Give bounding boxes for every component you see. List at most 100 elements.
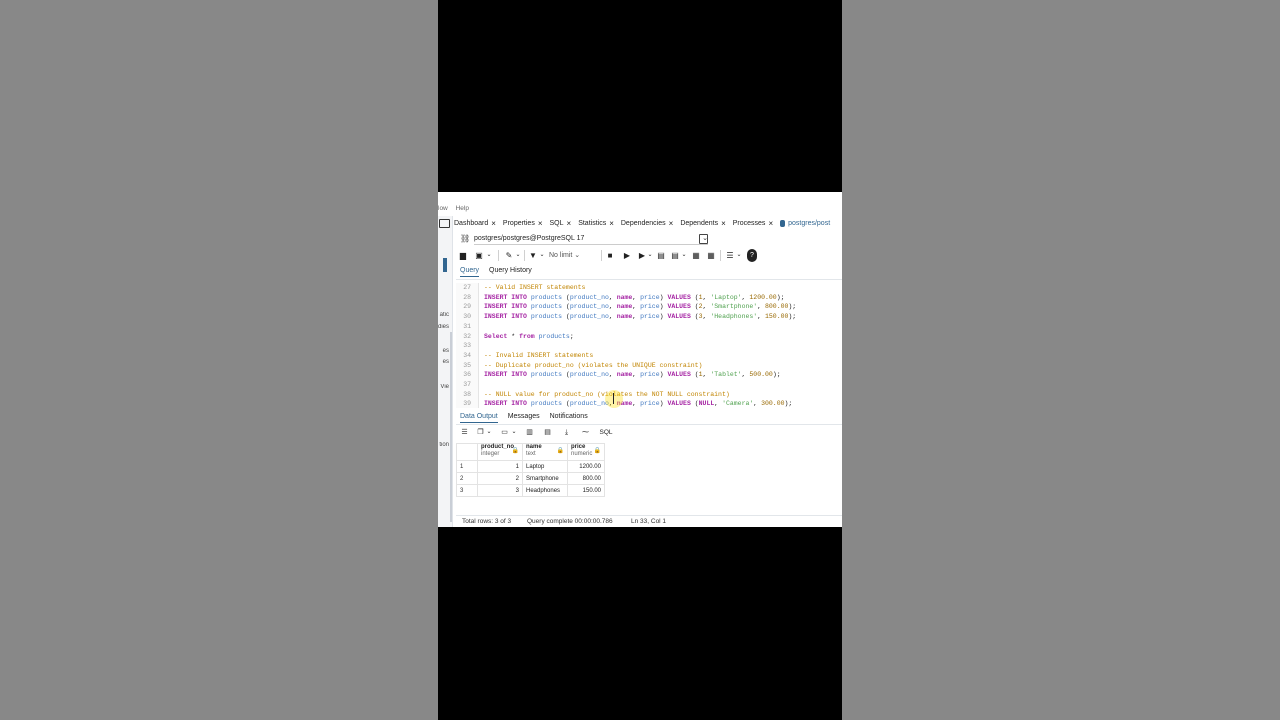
- close-icon[interactable]: ×: [567, 219, 572, 228]
- tab-sql[interactable]: SQL ×: [550, 219, 572, 228]
- cell-price[interactable]: 1200.00: [567, 460, 605, 473]
- tab-dependencies[interactable]: Dependencies ×: [621, 219, 673, 228]
- table-row[interactable]: 2 2 Smartphone 800.00: [456, 472, 605, 485]
- close-icon[interactable]: ×: [609, 219, 614, 228]
- cell-name[interactable]: Smartphone: [522, 472, 568, 485]
- tree-selection-marker: [443, 258, 447, 272]
- tab-processes[interactable]: Processes ×: [733, 219, 773, 228]
- query-toolbar: ▆ ▣ ⌄ ✎ ⌄ ▼ ⌄ No limit ⌄ ■ ▶ ▶ ⌄ ▤ ▤ ⌄ ▦…: [456, 249, 842, 263]
- explain-icon[interactable]: ▤: [656, 249, 666, 262]
- cell-name[interactable]: Headphones: [522, 484, 568, 497]
- tab-statistics[interactable]: Statistics ×: [578, 219, 614, 228]
- tab-notifications[interactable]: Notifications: [550, 413, 588, 420]
- mouse-cursor-highlight: [605, 390, 623, 408]
- cell-name[interactable]: Laptop: [522, 460, 568, 473]
- add-row-icon[interactable]: ☰: [459, 427, 470, 438]
- tab-query-history[interactable]: Query History: [489, 267, 532, 274]
- tab-dependents[interactable]: Dependents ×: [680, 219, 725, 228]
- chevron-down-icon[interactable]: ⌄: [515, 249, 521, 262]
- chevron-down-icon[interactable]: ⌄: [486, 249, 492, 262]
- connection-select[interactable]: postgres/postgres@PostgreSQL 17 ⌄: [474, 233, 708, 245]
- column-header-product_no[interactable]: 🔒 product_no integer: [477, 443, 523, 461]
- download-icon[interactable]: ⤓: [562, 427, 571, 438]
- menu-help[interactable]: Help: [456, 205, 469, 212]
- close-icon[interactable]: ×: [491, 219, 496, 228]
- copy-icon[interactable]: ❐: [476, 427, 485, 438]
- tree-item-fragment[interactable]: tion: [438, 442, 449, 448]
- tab-dashboard[interactable]: Dashboard ×: [454, 219, 496, 228]
- tab-label: SQL: [549, 220, 564, 227]
- line-number: 29: [463, 303, 471, 311]
- tab-data-output[interactable]: Data Output: [460, 413, 498, 423]
- tab-label: Processes: [732, 220, 766, 227]
- code-text: INSERT INTO products (product_no, name, …: [484, 313, 797, 321]
- close-icon[interactable]: ×: [669, 219, 674, 228]
- code-text: -- Duplicate product_no (violates the UN…: [484, 361, 703, 369]
- link-icon[interactable]: ⛓: [460, 234, 470, 243]
- chevron-down-icon[interactable]: ⌄: [736, 249, 742, 262]
- execute-icon[interactable]: ▶: [622, 249, 632, 262]
- cell-price[interactable]: 150.00: [567, 484, 605, 497]
- close-icon[interactable]: ×: [721, 219, 726, 228]
- tree-scrollbar[interactable]: [450, 332, 452, 522]
- commit-icon[interactable]: ▦: [691, 249, 701, 262]
- chevron-down-icon[interactable]: ⌄: [539, 249, 545, 262]
- sql-editor[interactable]: 27 -- Valid INSERT statements 28 INSERT INT…: [456, 283, 842, 408]
- tab-label: Dashboard: [454, 220, 489, 227]
- chevron-down-icon[interactable]: ⌄: [681, 249, 687, 262]
- tab-query-tool[interactable]: postgres/post: [780, 220, 830, 227]
- cell-price[interactable]: 800.00: [567, 472, 605, 485]
- filter-icon[interactable]: ▼: [528, 249, 538, 262]
- tab-properties[interactable]: Properties ×: [503, 219, 543, 228]
- chevron-down-icon[interactable]: ⌄: [511, 427, 517, 438]
- line-number: 27: [463, 284, 471, 291]
- edit-icon[interactable]: ✎: [503, 249, 515, 262]
- database-options-icon[interactable]: [699, 234, 708, 244]
- status-query-time: Query complete 00:00:00.786: [527, 518, 613, 525]
- table-row[interactable]: 3 3 Headphones 150.00: [456, 484, 605, 497]
- terminal-icon[interactable]: [439, 219, 450, 228]
- toolbar-separator: [601, 250, 602, 261]
- cell-product_no[interactable]: 2: [477, 472, 523, 485]
- chevron-down-icon[interactable]: ⌄: [486, 427, 492, 438]
- chevron-down-icon[interactable]: ⌄: [647, 249, 653, 262]
- paste-icon[interactable]: ▭: [500, 427, 509, 438]
- tab-query[interactable]: Query: [460, 267, 480, 277]
- save-data-icon[interactable]: ▤: [543, 427, 552, 438]
- sql-view-button[interactable]: SQL: [599, 427, 613, 438]
- toolbar-separator: [498, 250, 499, 261]
- rollback-icon[interactable]: ▦: [706, 249, 716, 262]
- code-text: -- Valid INSERT statements: [484, 284, 586, 291]
- save-icon[interactable]: ▣: [474, 249, 484, 262]
- close-icon[interactable]: ×: [538, 219, 543, 228]
- help-icon[interactable]: ?: [747, 249, 757, 262]
- graph-icon[interactable]: ⁓: [580, 427, 591, 438]
- tree-item-fragment[interactable]: es: [438, 359, 449, 365]
- line-number: 39: [463, 400, 471, 408]
- table-row[interactable]: 1 1 Laptop 1200.00: [456, 460, 605, 473]
- tab-messages[interactable]: Messages: [508, 413, 540, 420]
- stop-icon[interactable]: ■: [605, 249, 615, 262]
- cell-product_no[interactable]: 3: [477, 484, 523, 497]
- row-limit-select[interactable]: No limit ⌄: [549, 249, 595, 262]
- delete-icon[interactable]: ▥: [525, 427, 534, 438]
- row-number-header: [456, 443, 478, 461]
- tree-item-fragment[interactable]: dies: [438, 324, 449, 330]
- column-header-name[interactable]: 🔒 name text: [522, 443, 568, 461]
- line-number: 31: [463, 322, 471, 330]
- cell-product_no[interactable]: 1: [477, 460, 523, 473]
- close-icon[interactable]: ×: [768, 219, 773, 228]
- tree-item-fragment[interactable]: atic: [438, 312, 449, 318]
- menu-window[interactable]: low: [438, 205, 448, 212]
- chevron-down-icon: ⌄: [574, 252, 581, 259]
- tree-item-fragment[interactable]: Vie: [438, 384, 449, 390]
- open-file-icon[interactable]: ▆: [458, 249, 468, 262]
- tree-item-fragment[interactable]: es: [438, 348, 449, 354]
- explain-analyze-icon[interactable]: ▤: [670, 249, 680, 262]
- column-header-price[interactable]: 🔒 price numeric: [567, 443, 605, 461]
- row-number: 3: [456, 484, 478, 497]
- macros-icon[interactable]: ☰: [724, 249, 736, 262]
- pgadmin-window: low Help atic dies es es Vie tion Dashbo…: [438, 192, 842, 527]
- code-text: -- Invalid INSERT statements: [484, 351, 594, 359]
- execute-script-icon[interactable]: ▶: [637, 249, 647, 262]
